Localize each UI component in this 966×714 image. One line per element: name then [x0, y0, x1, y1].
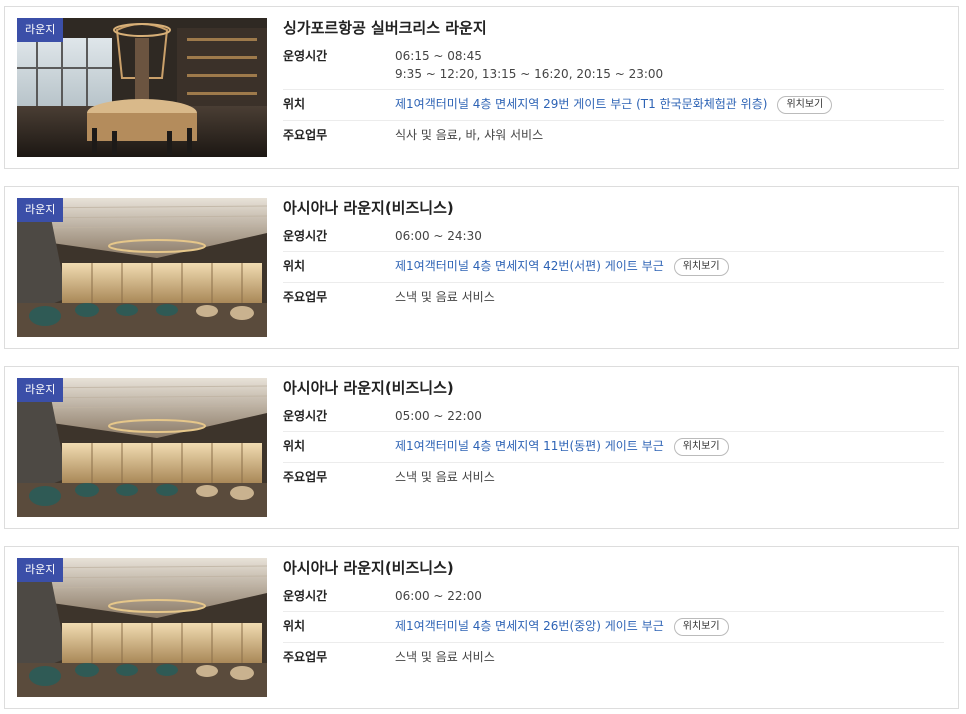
hours-row: 운영시간 05:00 ~ 22:00: [283, 402, 944, 432]
location-row: 위치 제1여객터미널 4층 면세지역 26번(중앙) 게이트 부근 위치보기: [283, 612, 944, 643]
services-value: 스낵 및 음료 서비스: [395, 469, 495, 484]
lounge-photo[interactable]: 라운지: [17, 198, 267, 337]
lounge-name: 아시아나 라운지(비즈니스): [283, 379, 454, 397]
location-text: 제1여객터미널 4층 면세지역 42번(서편) 게이트 부근: [395, 259, 664, 273]
location-row: 위치 제1여객터미널 4층 면세지역 42번(서편) 게이트 부근 위치보기: [283, 252, 944, 283]
services-label: 주요업무: [283, 649, 328, 664]
hours-row: 운영시간 06:15 ~ 08:45 9:35 ~ 12:20, 13:15 ~…: [283, 42, 944, 90]
services-row: 주요업무 식사 및 음료, 바, 샤워 서비스: [283, 121, 944, 150]
hours-value: 06:00 ~ 24:30: [395, 229, 482, 243]
location-row: 위치 제1여객터미널 4층 면세지역 11번(동편) 게이트 부근 위치보기: [283, 432, 944, 463]
services-label: 주요업무: [283, 289, 328, 304]
services-label: 주요업무: [283, 469, 328, 484]
lounge-photo[interactable]: 라운지: [17, 378, 267, 517]
location-label: 위치: [283, 439, 306, 453]
lounge-info: 싱가포르항공 실버크리스 라운지 운영시간 06:15 ~ 08:45 9:35…: [283, 16, 944, 150]
view-location-button[interactable]: 위치보기: [673, 257, 729, 276]
services-value: 식사 및 음료, 바, 샤워 서비스: [395, 127, 544, 142]
lounge-badge: 라운지: [17, 558, 64, 582]
lounge-card: 라운지 아시아나 라운지(비즈니스) 운영시간 06:00 ~ 22:00 위치…: [4, 546, 959, 709]
location-label: 위치: [283, 619, 306, 633]
hours-value: 06:00 ~ 22:00: [395, 589, 482, 603]
view-location-button[interactable]: 위치보기: [777, 95, 833, 114]
lounge-badge: 라운지: [17, 18, 64, 42]
lounge-badge: 라운지: [17, 378, 64, 402]
hours-value: 06:15 ~ 08:45 9:35 ~ 12:20, 13:15 ~ 16:2…: [395, 47, 663, 83]
lounge-badge: 라운지: [17, 198, 64, 222]
location-row: 위치 제1여객터미널 4층 면세지역 29번 게이트 부근 (T1 한국문화체험…: [283, 90, 944, 121]
lounge-photo[interactable]: 라운지: [17, 558, 267, 697]
lounge-info: 아시아나 라운지(비즈니스) 운영시간 06:00 ~ 24:30 위치 제1여…: [283, 196, 944, 312]
location-label: 위치: [283, 97, 306, 111]
lounge-list: 라운지 싱가포르항공 실버크리스 라운지 운영시간 06:15 ~ 08:45 …: [0, 0, 966, 714]
services-label: 주요업무: [283, 127, 328, 142]
lounge-name: 아시아나 라운지(비즈니스): [283, 199, 454, 217]
hours-row: 운영시간 06:00 ~ 24:30: [283, 222, 944, 252]
services-value: 스낵 및 음료 서비스: [395, 289, 495, 304]
hours-label: 운영시간: [283, 409, 328, 423]
services-value: 스낵 및 음료 서비스: [395, 649, 495, 664]
lounge-card: 라운지 싱가포르항공 실버크리스 라운지 운영시간 06:15 ~ 08:45 …: [4, 6, 959, 169]
lounge-photo[interactable]: 라운지: [17, 18, 267, 157]
lounge-card: 라운지 아시아나 라운지(비즈니스) 운영시간 06:00 ~ 24:30 위치…: [4, 186, 959, 349]
services-row: 주요업무 스낵 및 음료 서비스: [283, 283, 944, 312]
lounge-name: 싱가포르항공 실버크리스 라운지: [283, 19, 487, 37]
services-row: 주요업무 스낵 및 음료 서비스: [283, 463, 944, 492]
hours-value: 05:00 ~ 22:00: [395, 409, 482, 423]
location-text: 제1여객터미널 4층 면세지역 26번(중앙) 게이트 부근: [395, 619, 664, 633]
hours-label: 운영시간: [283, 49, 328, 63]
location-text: 제1여객터미널 4층 면세지역 29번 게이트 부근 (T1 한국문화체험관 위…: [395, 97, 768, 111]
lounge-info: 아시아나 라운지(비즈니스) 운영시간 05:00 ~ 22:00 위치 제1여…: [283, 376, 944, 492]
location-text: 제1여객터미널 4층 면세지역 11번(동편) 게이트 부근: [395, 439, 664, 453]
hours-label: 운영시간: [283, 589, 328, 603]
hours-line: 06:15 ~ 08:45: [395, 49, 482, 63]
services-row: 주요업무 스낵 및 음료 서비스: [283, 643, 944, 672]
hours-label: 운영시간: [283, 229, 328, 243]
lounge-info: 아시아나 라운지(비즈니스) 운영시간 06:00 ~ 22:00 위치 제1여…: [283, 556, 944, 672]
view-location-button[interactable]: 위치보기: [673, 617, 729, 636]
hours-row: 운영시간 06:00 ~ 22:00: [283, 582, 944, 612]
lounge-card: 라운지 아시아나 라운지(비즈니스) 운영시간 05:00 ~ 22:00 위치…: [4, 366, 959, 529]
view-location-button[interactable]: 위치보기: [673, 437, 729, 456]
hours-line: 9:35 ~ 12:20, 13:15 ~ 16:20, 20:15 ~ 23:…: [395, 67, 664, 81]
lounge-name: 아시아나 라운지(비즈니스): [283, 559, 454, 577]
location-label: 위치: [283, 259, 306, 273]
